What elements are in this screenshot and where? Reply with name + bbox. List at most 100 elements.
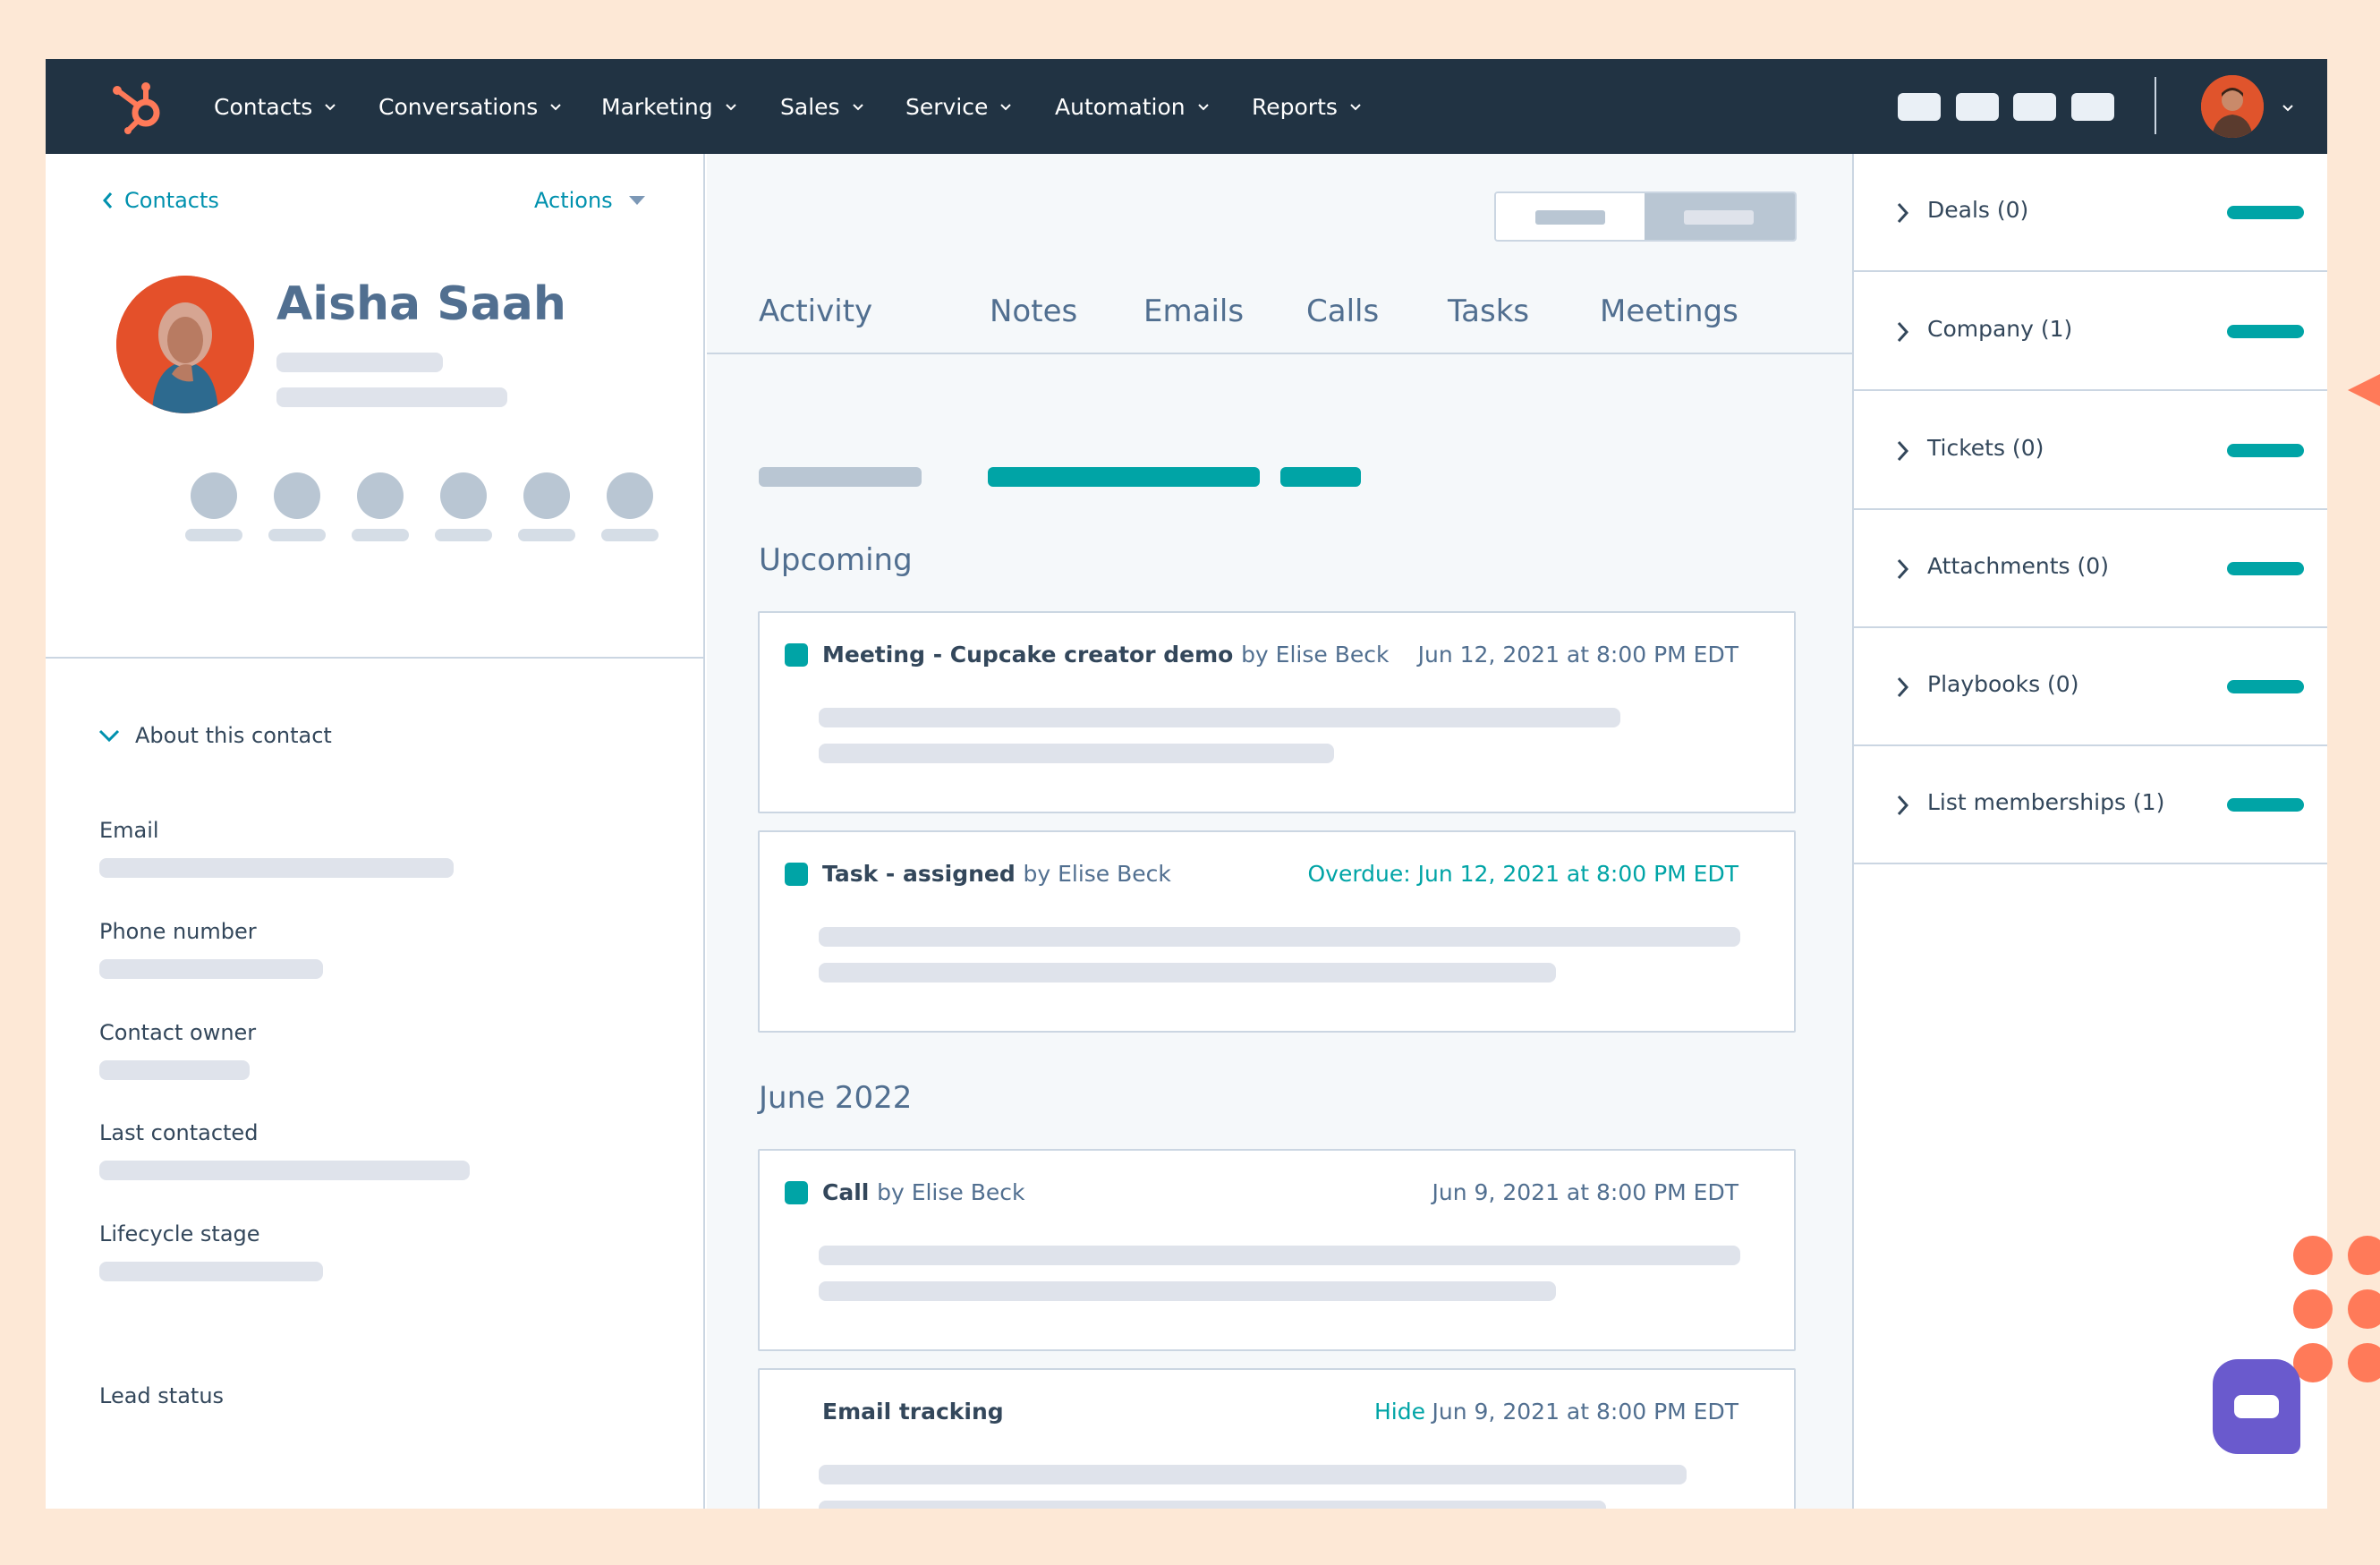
timeline-card-meeting[interactable]: Meeting - Cupcake creator demo by Elise … — [758, 611, 1796, 813]
filter-pill-active[interactable] — [1280, 467, 1361, 487]
view-toggle[interactable] — [1494, 191, 1797, 242]
card-overdue-date: Overdue: Jun 12, 2021 at 8:00 PM EDT — [1307, 861, 1738, 887]
tab-notes[interactable]: Notes — [990, 293, 1077, 329]
phone-field-value[interactable] — [99, 959, 323, 979]
owner-field-value[interactable] — [99, 1060, 250, 1080]
company-association[interactable]: Company (1) — [1854, 273, 2327, 391]
add-association-bar[interactable] — [2227, 444, 2304, 457]
tickets-association[interactable]: Tickets (0) — [1854, 392, 2327, 510]
nav-conversations-label: Conversations — [378, 93, 539, 120]
lead-status-field-label: Lead status — [99, 1383, 225, 1408]
email-field-value[interactable] — [99, 858, 454, 878]
quick-action-task-button[interactable] — [440, 472, 487, 519]
deals-label: Deals (0) — [1927, 197, 2029, 223]
tab-emails[interactable]: Emails — [1143, 293, 1244, 329]
timeline-card-call[interactable]: Call by Elise Beck Jun 9, 2021 at 8:00 P… — [758, 1149, 1796, 1351]
chevron-down-icon — [550, 104, 562, 111]
quick-action-more-button[interactable] — [607, 472, 653, 519]
nav-sales-label: Sales — [780, 93, 840, 120]
nav-utility-button-2[interactable] — [1956, 93, 1999, 121]
user-avatar-image — [2201, 75, 2264, 138]
add-association-bar[interactable] — [2227, 206, 2304, 219]
nav-sales[interactable]: Sales — [780, 59, 865, 154]
tab-activity[interactable]: Activity — [759, 293, 872, 329]
quick-action-call-button[interactable] — [357, 472, 404, 519]
contact-company-placeholder — [276, 387, 507, 407]
about-contact-toggle[interactable]: About this contact — [98, 723, 332, 748]
email-field-label: Email — [99, 818, 159, 843]
card-author: by Elise Beck — [877, 1179, 1025, 1205]
chevron-down-icon — [1350, 104, 1361, 111]
add-association-bar[interactable] — [2227, 798, 2304, 812]
add-association-bar[interactable] — [2227, 562, 2304, 575]
card-title: Call by Elise Beck — [822, 1179, 1024, 1205]
filter-pill-active[interactable] — [988, 467, 1260, 487]
view-toggle-label-placeholder — [1535, 210, 1605, 225]
chat-widget-button[interactable] — [2213, 1359, 2300, 1454]
contact-avatar — [116, 276, 254, 413]
quick-action-meeting-button[interactable] — [523, 472, 570, 519]
card-content-placeholder — [819, 708, 1620, 727]
last-contacted-field-label: Last contacted — [99, 1120, 259, 1145]
chevron-right-icon — [1897, 202, 1909, 224]
tab-calls[interactable]: Calls — [1306, 293, 1379, 329]
crm-app-window: Contacts Conversations Marketing Sales S… — [46, 59, 2327, 1509]
top-navigation: Contacts Conversations Marketing Sales S… — [46, 59, 2327, 154]
card-title: Email tracking — [822, 1399, 1004, 1425]
deals-association[interactable]: Deals (0) — [1854, 154, 2327, 272]
nav-automation[interactable]: Automation — [1055, 59, 1211, 154]
chevron-right-icon — [1897, 676, 1909, 698]
company-label: Company (1) — [1927, 316, 2073, 342]
card-title: Task - assigned by Elise Beck — [822, 861, 1171, 887]
timeline-card-task[interactable]: Task - assigned by Elise Beck Overdue: J… — [758, 830, 1796, 1033]
actions-dropdown[interactable]: Actions — [534, 188, 647, 213]
decorative-dot — [2348, 1289, 2380, 1329]
lifecycle-field-value[interactable] — [99, 1262, 323, 1281]
quick-action-note-button[interactable] — [191, 472, 237, 519]
card-content-placeholder — [819, 744, 1334, 763]
back-to-contacts-link[interactable]: Contacts — [101, 188, 219, 213]
add-association-bar[interactable] — [2227, 325, 2304, 338]
contact-avatar-image — [116, 276, 254, 413]
playbooks-label: Playbooks (0) — [1927, 671, 2079, 697]
quick-action-label-placeholder — [352, 529, 409, 541]
hubspot-logo-icon[interactable] — [105, 75, 167, 138]
add-association-bar[interactable] — [2227, 680, 2304, 693]
filter-pill[interactable] — [759, 467, 922, 487]
nav-contacts-label: Contacts — [214, 93, 313, 120]
card-date: Jun 9, 2021 at 8:00 PM EDT — [1432, 1179, 1738, 1205]
tab-tasks[interactable]: Tasks — [1448, 293, 1529, 329]
nav-service[interactable]: Service — [905, 59, 1013, 154]
decorative-dot — [2348, 1236, 2380, 1275]
decorative-dot — [2293, 1236, 2333, 1275]
hide-link[interactable]: Hide — [1374, 1399, 1425, 1425]
nav-service-label: Service — [905, 93, 989, 120]
timeline-card-email-tracking[interactable]: Email tracking Hide Jun 9, 2021 at 8:00 … — [758, 1368, 1796, 1509]
actions-label: Actions — [534, 188, 613, 213]
card-title: Meeting - Cupcake creator demo by Elise … — [822, 642, 1389, 668]
nav-conversations[interactable]: Conversations — [378, 59, 563, 154]
chevron-down-icon — [98, 729, 120, 743]
nav-utility-button-1[interactable] — [1898, 93, 1941, 121]
card-date: Jun 9, 2021 at 8:00 PM EDT — [1432, 1399, 1738, 1425]
playbooks-association[interactable]: Playbooks (0) — [1854, 628, 2327, 746]
tab-meetings[interactable]: Meetings — [1600, 293, 1738, 329]
nav-reports[interactable]: Reports — [1252, 59, 1363, 154]
card-title-text: Meeting - Cupcake creator demo — [822, 642, 1234, 668]
attachments-association[interactable]: Attachments (0) — [1854, 510, 2327, 628]
chevron-down-icon — [325, 104, 336, 111]
user-avatar[interactable] — [2201, 75, 2264, 138]
nav-contacts[interactable]: Contacts — [214, 59, 337, 154]
tickets-label: Tickets (0) — [1927, 435, 2044, 461]
attachments-label: Attachments (0) — [1927, 553, 2109, 579]
nav-utility-button-3[interactable] — [2013, 93, 2056, 121]
meeting-type-icon — [785, 643, 808, 667]
quick-action-email-button[interactable] — [274, 472, 320, 519]
chevron-down-icon[interactable] — [2281, 100, 2295, 115]
nav-utility-button-4[interactable] — [2071, 93, 2114, 121]
last-contacted-field-value[interactable] — [99, 1161, 470, 1180]
associations-sidebar: Deals (0) Company (1) Tickets (0) Attach… — [1852, 154, 2327, 1509]
nav-marketing[interactable]: Marketing — [601, 59, 738, 154]
list-memberships-association[interactable]: List memberships (1) — [1854, 746, 2327, 864]
chevron-right-icon — [1897, 795, 1909, 816]
